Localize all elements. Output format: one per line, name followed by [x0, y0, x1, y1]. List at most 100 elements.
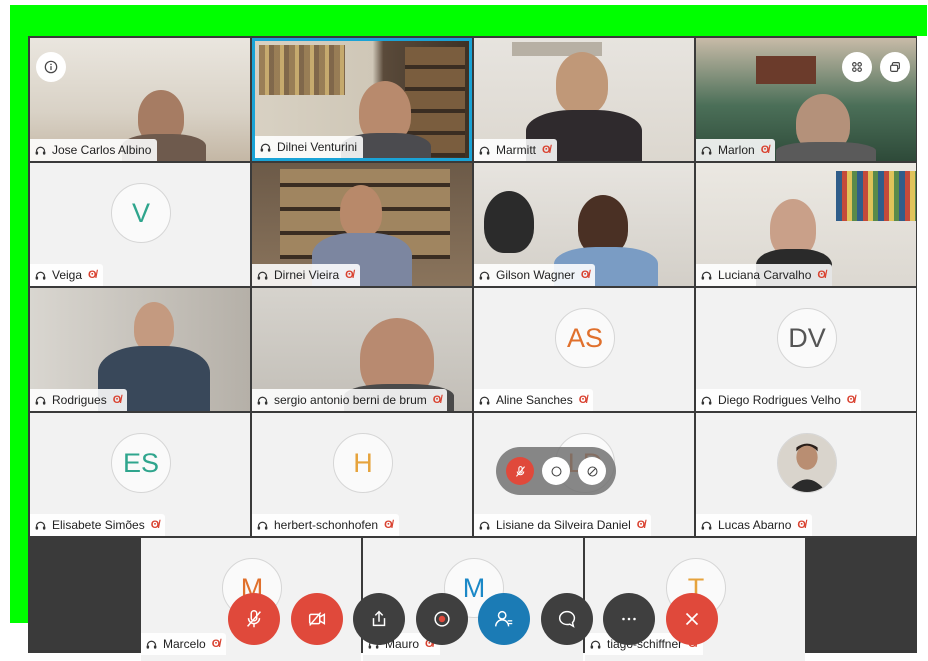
microphone-off-icon: ʘ̸ [112, 394, 122, 406]
participant-face [578, 195, 628, 255]
participant-name: Gilson Wagner [496, 268, 575, 282]
participant-tile-marlon[interactable]: Marlon ʘ̸ [696, 38, 916, 161]
participant-tile-herbert-schonhofen[interactable]: H herbert-schonhofen ʘ̸ [252, 413, 472, 536]
participant-name-bar: Dirnei Vieira ʘ̸ [252, 264, 360, 286]
participant-name: Dirnei Vieira [274, 268, 340, 282]
participants-icon [495, 610, 513, 627]
participant-name-bar: Luciana Carvalho ʘ̸ [696, 264, 832, 286]
grid-view-icon[interactable] [842, 52, 872, 82]
record-icon [434, 611, 450, 627]
participant-name: Marmitt [496, 143, 536, 157]
participant-name-bar: Marmitt ʘ̸ [474, 139, 557, 161]
record-button[interactable] [415, 593, 468, 645]
headset-icon [257, 396, 268, 405]
participant-tile-veiga[interactable]: V Veiga ʘ̸ [30, 163, 250, 286]
participant-tile-dirnei-vieira[interactable]: Dirnei Vieira ʘ̸ [252, 163, 472, 286]
microphone-off-icon: ʘ̸ [760, 144, 770, 156]
microphone-off-icon: ʘ̸ [797, 519, 806, 531]
participant-name-bar: Elisabete Simões ʘ̸ [30, 514, 166, 536]
info-icon[interactable] [36, 52, 66, 82]
microphone-off-icon: ʘ̸ [88, 269, 97, 281]
participant-name-bar: Aline Sanches ʘ̸ [474, 389, 594, 411]
mini-block-button[interactable] [578, 457, 606, 485]
meeting-toolbar [228, 593, 718, 645]
participant-name-bar: Lisiane da Silveira Daniel ʘ̸ [474, 514, 652, 536]
participant-name-bar: Jose Carlos Albino [30, 139, 158, 161]
headset-icon [701, 271, 712, 280]
headset-icon [257, 521, 268, 530]
share-content-button[interactable] [353, 593, 406, 645]
participant-face [556, 52, 608, 114]
microphone-off-icon: ʘ̸ [580, 269, 590, 281]
participant-name-bar: Veiga ʘ̸ [30, 264, 103, 286]
participant-tile-sergio[interactable]: sergio antonio berni de brum ʘ̸ [252, 288, 472, 411]
participant-face [134, 302, 174, 352]
more-dots-icon [622, 617, 637, 621]
participant-name: Marlon [718, 143, 755, 157]
headset-icon [35, 271, 46, 280]
participant-photo [777, 433, 837, 493]
participant-name: Luciana Carvalho [718, 268, 812, 282]
participant-tile-gilson-wagner[interactable]: Gilson Wagner ʘ̸ [474, 163, 694, 286]
headset-icon [35, 146, 46, 155]
chat-bubble-icon [558, 610, 575, 628]
participant-tile-marmitt[interactable]: Marmitt ʘ̸ [474, 38, 694, 161]
more-options-button[interactable] [603, 593, 656, 645]
participant-tile-luciana-carvalho[interactable]: Luciana Carvalho ʘ̸ [696, 163, 916, 286]
participant-tile-lucas-abarno[interactable]: Lucas Abarno ʘ̸ [696, 413, 916, 536]
headset-icon [35, 396, 46, 405]
microphone-off-icon [247, 610, 261, 628]
participant-name: Diego Rodrigues Velho [718, 393, 841, 407]
mini-mute-button[interactable] [506, 457, 534, 485]
headset-icon [479, 521, 490, 530]
participant-name: Rodrigues [52, 393, 107, 407]
participant-name-bar: herbert-schonhofen ʘ̸ [252, 514, 399, 536]
layout-icon[interactable] [880, 52, 910, 82]
participant-name-bar: sergio antonio berni de brum ʘ̸ [252, 389, 448, 411]
headset-icon [701, 521, 712, 530]
participant-name-bar: Lucas Abarno ʘ̸ [696, 514, 812, 536]
participant-name: Lisiane da Silveira Daniel [496, 518, 631, 532]
share-upload-icon [372, 610, 386, 627]
participant-tile-aline-sanches[interactable]: AS Aline Sanches ʘ̸ [474, 288, 694, 411]
microphone-off-icon: ʘ̸ [432, 394, 442, 406]
headset-icon [701, 396, 712, 405]
participant-name: Aline Sanches [496, 393, 573, 407]
close-icon [685, 612, 699, 626]
mini-chat-button[interactable] [542, 457, 570, 485]
mute-microphone-button[interactable] [228, 593, 280, 645]
participants-button[interactable] [478, 593, 531, 645]
self-view-mini-controls [496, 447, 616, 495]
participant-name-bar: Marlon ʘ̸ [696, 139, 776, 161]
microphone-off-icon: ʘ̸ [846, 394, 856, 406]
participant-tile-rodrigues[interactable]: Rodrigues ʘ̸ [30, 288, 250, 411]
chat-button[interactable] [540, 593, 593, 645]
participant-name-bar: Diego Rodrigues Velho ʘ̸ [696, 389, 862, 411]
headset-icon [479, 271, 490, 280]
participant-avatar: V [111, 183, 171, 243]
participant-face [340, 185, 382, 237]
leave-meeting-button[interactable] [665, 593, 718, 645]
participant-name: herbert-schonhofen [274, 518, 379, 532]
microphone-off-icon: ʘ̸ [211, 638, 221, 650]
participant-tile-diego-rodrigues-velho[interactable]: DV Diego Rodrigues Velho ʘ̸ [696, 288, 916, 411]
camera-off-icon [308, 612, 325, 626]
stop-video-button[interactable] [290, 593, 343, 645]
participant-tile-elisabete-simoes[interactable]: ES Elisabete Simões ʘ̸ [30, 413, 250, 536]
participant-tile-dilnei-venturini[interactable]: Dilnei Venturini [252, 38, 472, 161]
microphone-off-icon: ʘ̸ [636, 519, 646, 531]
bookshelf [836, 171, 916, 221]
headset-icon [35, 521, 46, 530]
participant-tile-jose-carlos-albino[interactable]: Jose Carlos Albino [30, 38, 250, 161]
video-grid-stage: Jose Carlos Albino Dilnei Venturini Marm… [28, 36, 917, 661]
participant-body [776, 142, 876, 161]
medals-wall [259, 45, 345, 95]
microphone-off-icon: ʘ̸ [817, 269, 826, 281]
headset-icon [701, 146, 712, 155]
participant-name-bar: Dilnei Venturini [255, 136, 364, 158]
microphone-off-icon: ʘ̸ [542, 144, 551, 156]
participant-avatar: AS [555, 308, 615, 368]
highlight-bar-top [10, 5, 927, 36]
participant-avatar: DV [777, 308, 837, 368]
microphone-off-icon: ʘ̸ [345, 269, 354, 281]
